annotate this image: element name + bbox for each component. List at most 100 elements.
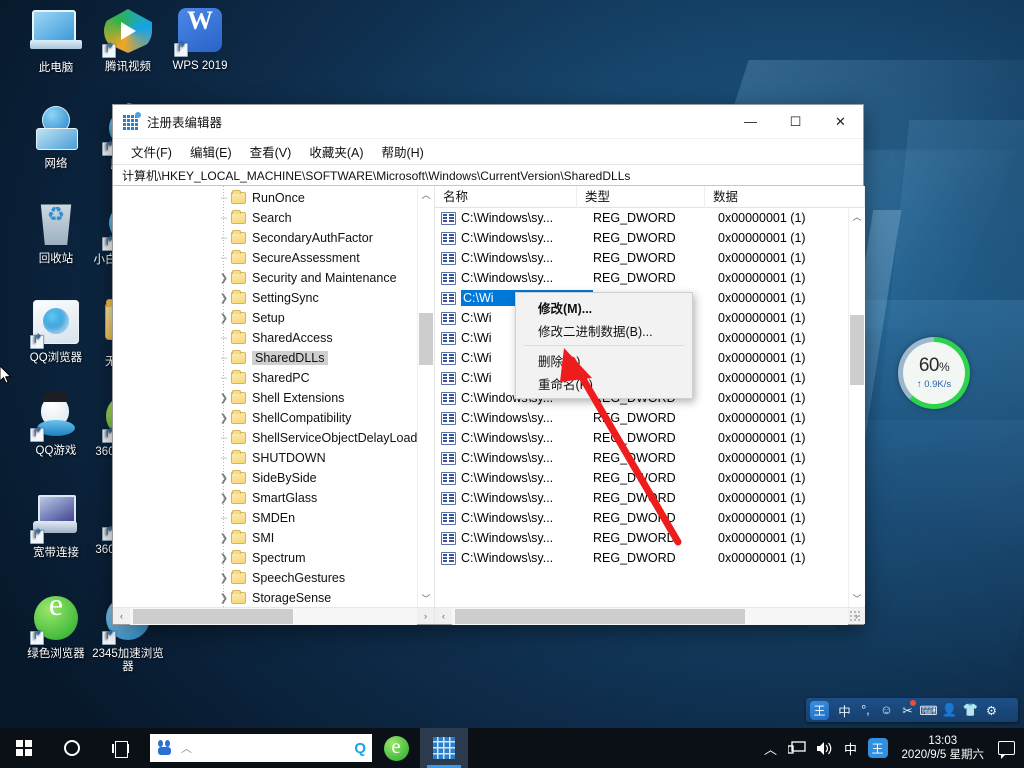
tree-hscroll-right-icon[interactable]: › (417, 611, 434, 621)
chevron-right-icon[interactable]: ❯ (217, 393, 231, 404)
tray-overflow-icon[interactable]: ︿ (759, 728, 783, 768)
chevron-right-icon[interactable]: ❯ (217, 473, 231, 484)
list-column-headers[interactable]: 名称类型数据 (435, 186, 865, 208)
tree-node-shell-extensions[interactable]: ❯Shell Extensions (113, 388, 417, 408)
taskbar[interactable]: ︿ Q ︿ 中 王 13:03 2020/9/5 星期 (0, 728, 1024, 768)
column-header-2[interactable]: 类型 (577, 186, 705, 208)
context-menu-item-3[interactable]: 删除(D) (516, 349, 692, 372)
tree-hscroll-track[interactable] (130, 608, 417, 625)
task-view-button[interactable] (96, 728, 144, 768)
context-menu-item-2[interactable]: 修改二进制数据(B)... (516, 319, 692, 342)
desktop-icon-8[interactable]: QQ浏览器 (18, 298, 94, 365)
tree-node-secureassessment[interactable]: ┄SecureAssessment (113, 248, 417, 268)
desktop-icon-1[interactable]: 此电脑 (18, 6, 94, 75)
tree-node-smartglass[interactable]: ❯SmartGlass (113, 488, 417, 508)
window-controls[interactable]: — ☐ ✕ (728, 105, 863, 139)
values-vertical-scrollbar[interactable]: ︿ ﹀ (848, 208, 865, 607)
search-input[interactable] (192, 740, 354, 756)
values-pane[interactable]: 名称类型数据 C:\Windows\sy...REG_DWORD0x000000… (435, 186, 865, 624)
start-button[interactable] (0, 728, 48, 768)
values-horizontal-scrollbar[interactable]: ‹ › (435, 607, 865, 624)
desktop-icon-6[interactable]: 回收站 (18, 200, 94, 266)
chevron-right-icon[interactable]: ❯ (217, 593, 231, 604)
tree-node-shutdown[interactable]: ┄SHUTDOWN (113, 448, 417, 468)
column-header-1[interactable]: 名称 (435, 186, 577, 208)
values-scroll-up-icon[interactable]: ︿ (849, 208, 865, 225)
value-row[interactable]: C:\Windows\sy...REG_DWORD0x00000001 (1) (435, 428, 848, 448)
chevron-right-icon[interactable]: ❯ (217, 413, 231, 424)
tree-node-security-and-maintenance[interactable]: ❯Security and Maintenance (113, 268, 417, 288)
value-row[interactable]: C:\Windows\sy...REG_DWORD0x00000001 (1) (435, 208, 848, 228)
tree-node-smi[interactable]: ❯SMI (113, 528, 417, 548)
tree-node-search[interactable]: ┄Search (113, 208, 417, 228)
desktop-icon-10[interactable]: QQ游戏 (18, 392, 94, 458)
cortana-button[interactable] (48, 728, 96, 768)
tree-pane[interactable]: ┄RunOnce┄Search┄SecondaryAuthFactor┄Secu… (113, 186, 435, 624)
tree-node-list[interactable]: ┄RunOnce┄Search┄SecondaryAuthFactor┄Secu… (113, 186, 417, 607)
values-hscroll-track[interactable] (452, 608, 848, 625)
value-row[interactable]: C:\Windows\sy...REG_DWORD0x00000001 (1) (435, 488, 848, 508)
tree-node-settingsync[interactable]: ❯SettingSync (113, 288, 417, 308)
ime-logo-icon[interactable]: 王 (810, 701, 829, 720)
chevron-right-icon[interactable]: ❯ (217, 493, 231, 504)
title-bar[interactable]: 注册表编辑器 — ☐ ✕ (113, 105, 863, 139)
tree-node-spectrum[interactable]: ❯Spectrum (113, 548, 417, 568)
ime-emoji-icon[interactable]: ☺ (876, 699, 897, 721)
tree-node-shellcompatibility[interactable]: ❯ShellCompatibility (113, 408, 417, 428)
values-scroll-thumb[interactable] (850, 315, 864, 385)
ime-clipboard-icon[interactable]: ✂ (897, 699, 918, 721)
values-hscroll-thumb[interactable] (455, 609, 745, 624)
tree-node-sidebyside[interactable]: ❯SideBySide (113, 468, 417, 488)
chevron-right-icon[interactable]: ❯ (217, 293, 231, 304)
value-row[interactable]: C:\Windows\sy...REG_DWORD0x00000001 (1) (435, 248, 848, 268)
tree-node-secondaryauthfactor[interactable]: ┄SecondaryAuthFactor (113, 228, 417, 248)
context-menu[interactable]: 修改(M)...修改二进制数据(B)...删除(D)重命名(R) (515, 292, 693, 399)
tree-vertical-scrollbar[interactable]: ︿ ﹀ (417, 186, 434, 607)
values-scroll-down-icon[interactable]: ﹀ (849, 590, 865, 607)
ime-logo-button[interactable]: 王 (863, 728, 893, 768)
registry-tree[interactable]: ┄RunOnce┄Search┄SecondaryAuthFactor┄Secu… (113, 186, 434, 607)
desktop-icon-3[interactable]: WPS 2019 (162, 6, 238, 73)
tree-node-smden[interactable]: ┄SMDEn (113, 508, 417, 528)
ime-keyboard-icon[interactable]: ⌨ (918, 699, 939, 721)
tree-node-setup[interactable]: ❯Setup (113, 308, 417, 328)
performance-widget[interactable]: 60% ↑ 0.9K/s (898, 337, 970, 409)
chevron-right-icon[interactable]: ❯ (217, 553, 231, 564)
ime-account-icon[interactable]: 👤 (939, 699, 960, 721)
value-row[interactable]: C:\Windows\sy...REG_DWORD0x00000001 (1) (435, 228, 848, 248)
search-box[interactable]: ︿ Q (150, 734, 372, 762)
tree-hscroll-left-icon[interactable]: ‹ (113, 611, 130, 621)
tree-node-storagesense[interactable]: ❯StorageSense (113, 588, 417, 607)
chevron-up-icon[interactable]: ︿ (181, 740, 192, 756)
menu-item-2[interactable]: 编辑(E) (181, 140, 241, 163)
ime-toolbar[interactable]: 王中°,☺✂⌨👤👕⚙ (806, 698, 1018, 722)
menu-item-1[interactable]: 文件(F) (122, 140, 181, 163)
value-row[interactable]: C:\Windows\sy...REG_DWORD0x00000001 (1) (435, 468, 848, 488)
value-row[interactable]: C:\Windows\sy...REG_DWORD0x00000001 (1) (435, 528, 848, 548)
clock[interactable]: 13:03 2020/9/5 星期六 (893, 728, 993, 768)
tree-horizontal-scrollbar[interactable]: ‹ › (113, 607, 434, 624)
search-submit-icon[interactable]: Q (354, 740, 366, 757)
tree-scroll-down-icon[interactable]: ﹀ (418, 590, 434, 607)
tree-node-shareddlls[interactable]: ┄SharedDLLs (113, 348, 417, 368)
resize-grip[interactable] (849, 610, 861, 622)
tree-scroll-thumb[interactable] (419, 313, 433, 365)
tree-node-runonce[interactable]: ┄RunOnce (113, 188, 417, 208)
chevron-right-icon[interactable]: ❯ (217, 533, 231, 544)
maximize-button[interactable]: ☐ (773, 105, 818, 139)
menu-bar[interactable]: 文件(F)编辑(E)查看(V)收藏夹(A)帮助(H) (113, 139, 863, 164)
taskbar-app-registry-editor[interactable] (420, 728, 468, 768)
desktop-icon-4[interactable]: 网络 (18, 105, 94, 171)
address-bar[interactable]: 计算机\HKEY_LOCAL_MACHINE\SOFTWARE\Microsof… (113, 164, 863, 186)
ime-settings-icon[interactable]: ⚙ (981, 699, 1002, 721)
ime-mode-indicator[interactable]: 中 (839, 728, 863, 768)
values-scroll-track[interactable] (849, 225, 865, 590)
tree-scroll-track[interactable] (418, 203, 434, 590)
value-row[interactable]: C:\Windows\sy...REG_DWORD0x00000001 (1) (435, 268, 848, 288)
minimize-button[interactable]: — (728, 105, 773, 139)
chevron-right-icon[interactable]: ❯ (217, 573, 231, 584)
tree-scroll-up-icon[interactable]: ︿ (418, 186, 434, 203)
menu-item-4[interactable]: 收藏夹(A) (300, 140, 372, 163)
value-row[interactable]: C:\Windows\sy...REG_DWORD0x00000001 (1) (435, 408, 848, 428)
context-menu-item-4[interactable]: 重命名(R) (516, 372, 692, 395)
